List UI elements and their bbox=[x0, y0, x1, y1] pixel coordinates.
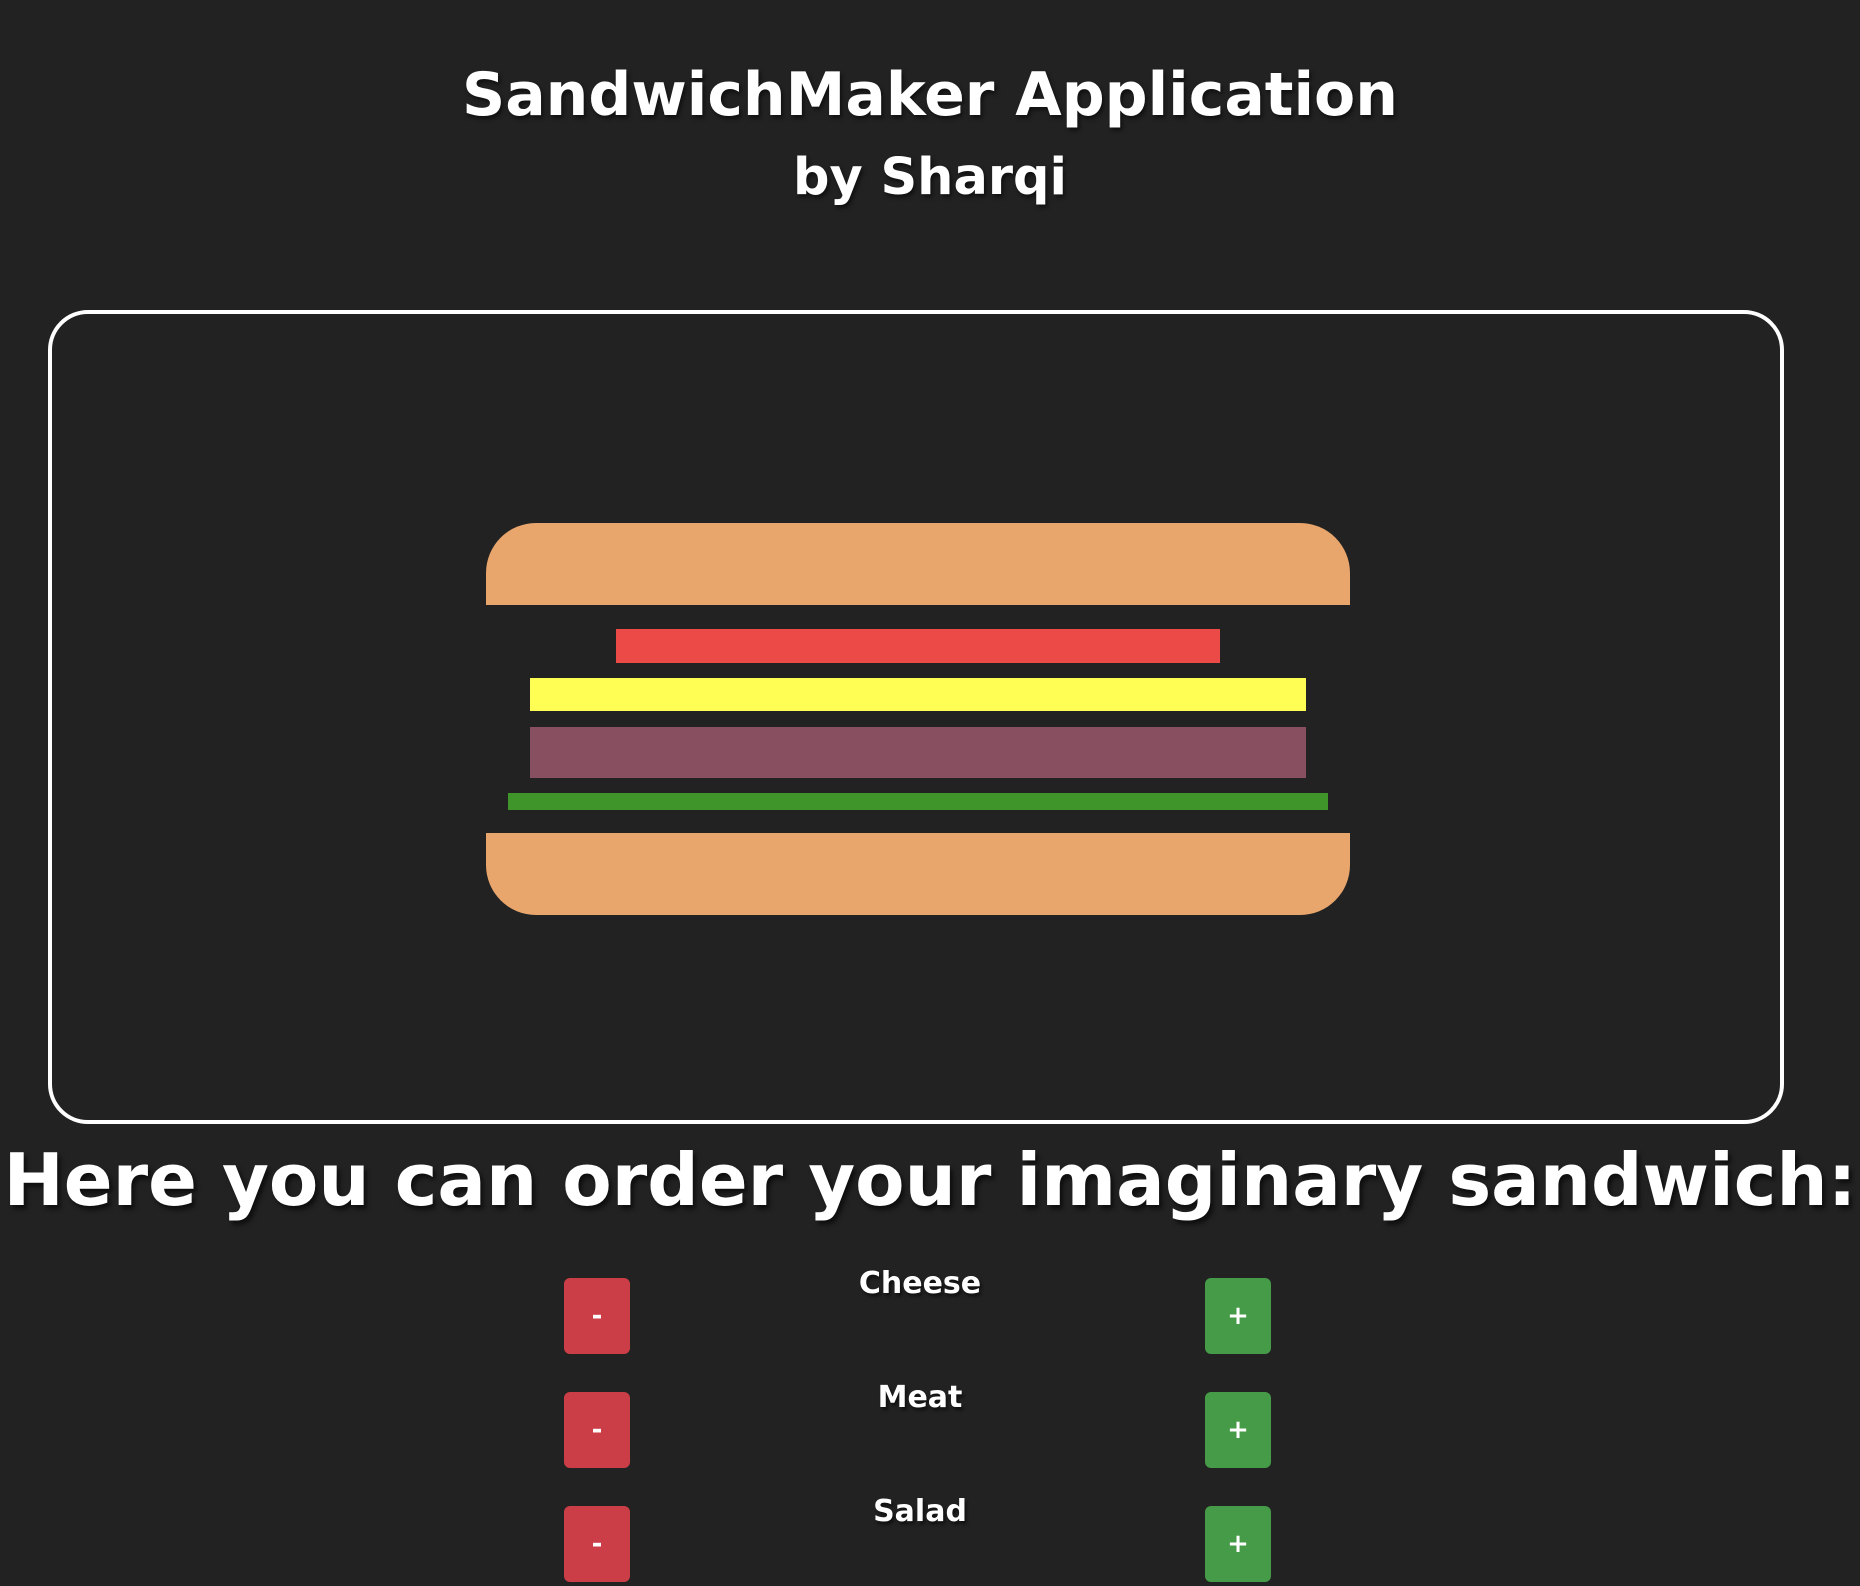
order-heading: Here you can order your imaginary sandwi… bbox=[3, 1138, 1857, 1222]
salad-layer bbox=[508, 793, 1328, 810]
cheese-label: Cheese bbox=[858, 1266, 982, 1301]
salad-more-button[interactable]: + bbox=[1205, 1506, 1271, 1582]
meat-less-button[interactable]: - bbox=[564, 1392, 630, 1468]
sandwich-preview-panel bbox=[48, 310, 1784, 1124]
meat-layer bbox=[530, 727, 1306, 778]
cheese-less-button[interactable]: - bbox=[564, 1278, 630, 1354]
meat-label: Meat bbox=[877, 1380, 963, 1415]
tomato-layer bbox=[616, 629, 1220, 663]
app-subtitle: by Sharqi bbox=[792, 148, 1068, 207]
bread-bottom-layer bbox=[486, 833, 1350, 915]
salad-label: Salad bbox=[873, 1494, 967, 1529]
cheese-more-button[interactable]: + bbox=[1205, 1278, 1271, 1354]
salad-control: - Salad + bbox=[0, 1494, 1860, 1586]
cheese-layer bbox=[530, 678, 1306, 711]
meat-control: - Meat + bbox=[0, 1380, 1860, 1472]
meat-more-button[interactable]: + bbox=[1205, 1392, 1271, 1468]
app-title: SandwichMaker Application bbox=[461, 60, 1398, 130]
bread-top-layer bbox=[486, 523, 1350, 605]
cheese-control: - Cheese + bbox=[0, 1266, 1860, 1358]
salad-less-button[interactable]: - bbox=[564, 1506, 630, 1582]
